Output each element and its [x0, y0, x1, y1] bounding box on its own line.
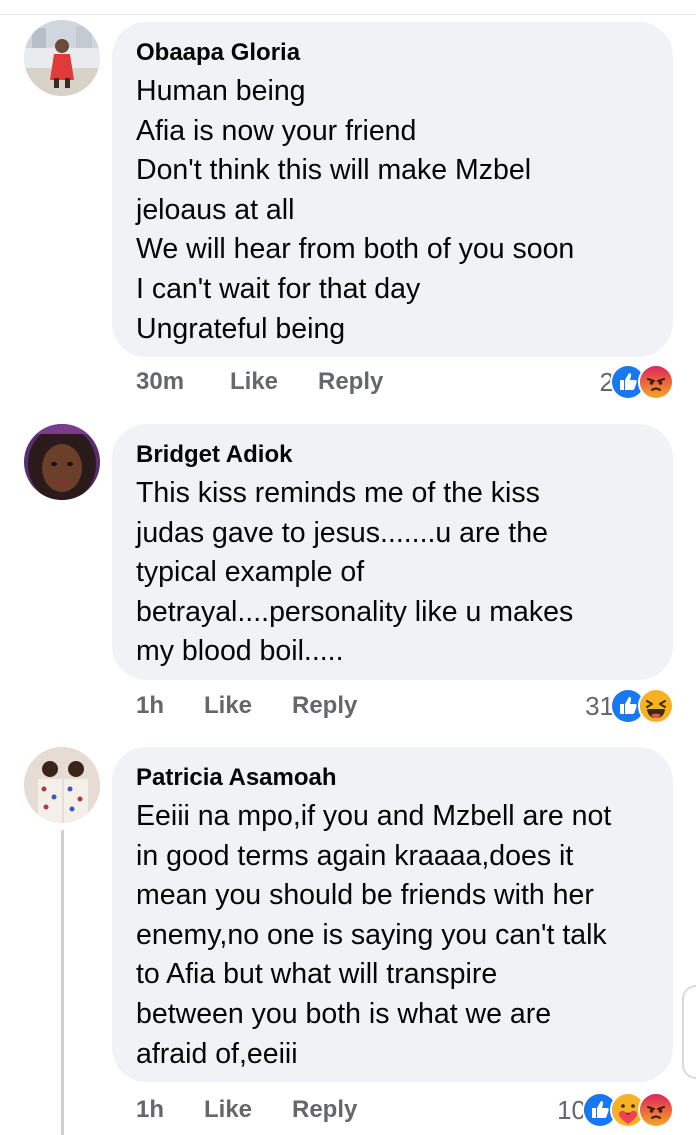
- comment-bubble: Obaapa Gloria Human being Afia is now yo…: [112, 22, 673, 357]
- comment-text-line: jeloaus at all: [136, 193, 295, 226]
- comment-author[interactable]: Patricia Asamoah: [136, 763, 649, 793]
- reply-button[interactable]: Reply: [292, 692, 357, 720]
- comment-author[interactable]: Bridget Adiok: [136, 440, 649, 470]
- comment-text-line: Don't think this will make Mzbel: [136, 154, 532, 187]
- comment-text-line: judas gave to jesus.......u are the: [136, 516, 548, 549]
- reply-button[interactable]: Reply: [292, 1096, 357, 1124]
- comment-text-line: We will hear from both of you soon: [136, 233, 575, 266]
- comment-timestamp[interactable]: 1h: [136, 692, 164, 720]
- reply-thread-line: [61, 830, 64, 1135]
- comment-text-line: to Afia but what will transpire: [136, 958, 498, 991]
- reaction-summary[interactable]: 31: [585, 686, 674, 726]
- comment-text-line: Eeiii na mpo,if you and Mzbell are not: [136, 800, 612, 832]
- comment-text-line: Ungrateful being: [136, 312, 346, 345]
- like-button[interactable]: Like: [204, 1096, 252, 1124]
- comment-text-line: in good terms again kraaaa,does it: [136, 839, 574, 872]
- avatar-photo-icon: [24, 747, 100, 823]
- comment-text-line: Human being: [136, 75, 306, 107]
- comment-text-line: typical example of: [136, 556, 365, 589]
- reaction-summary[interactable]: 2: [600, 362, 674, 402]
- floating-button-edge: [682, 985, 696, 1079]
- avatar[interactable]: [24, 747, 100, 823]
- reply-button[interactable]: Reply: [318, 368, 383, 396]
- haha-icon: [638, 688, 674, 724]
- avatar-photo-icon: [24, 20, 100, 96]
- avatar-photo-icon: [24, 424, 100, 500]
- comment-author[interactable]: Obaapa Gloria: [136, 38, 649, 68]
- comment-actions: 1h Like Reply 31: [136, 686, 676, 726]
- comment-actions: 30m Like Reply 2: [136, 362, 676, 402]
- comment-timestamp[interactable]: 30m: [136, 368, 184, 396]
- comment-text-line: afraid of,eeiii: [136, 1037, 298, 1070]
- comment-timestamp[interactable]: 1h: [136, 1096, 164, 1124]
- comment-bubble: Bridget Adiok This kiss reminds me of th…: [112, 424, 673, 680]
- angry-icon: [638, 364, 674, 400]
- comment-text-line: my blood boil.....: [136, 635, 344, 668]
- comment-text-line: betrayal....personality like u makes: [136, 595, 574, 628]
- comment-text-line: I can't wait for that day: [136, 272, 421, 305]
- comment-bubble: Patricia Asamoah Eeiii na mpo,if you and…: [112, 747, 673, 1082]
- comment-text-line: mean you should be friends with her: [136, 879, 594, 912]
- top-divider: [0, 14, 696, 15]
- avatar[interactable]: [24, 20, 100, 96]
- comment-text-line: enemy,no one is saying you can't talk: [136, 918, 607, 951]
- angry-icon: [638, 1092, 674, 1128]
- like-button[interactable]: Like: [204, 692, 252, 720]
- comment-text-line: This kiss reminds me of the kiss: [136, 477, 540, 509]
- like-button[interactable]: Like: [230, 368, 278, 396]
- reaction-summary[interactable]: 10: [557, 1090, 674, 1130]
- comment-text-line: Afia is now your friend: [136, 114, 417, 147]
- comment-text-line: between you both is what we are: [136, 997, 552, 1030]
- comment-actions: 1h Like Reply 10: [136, 1090, 676, 1130]
- avatar[interactable]: [24, 424, 100, 500]
